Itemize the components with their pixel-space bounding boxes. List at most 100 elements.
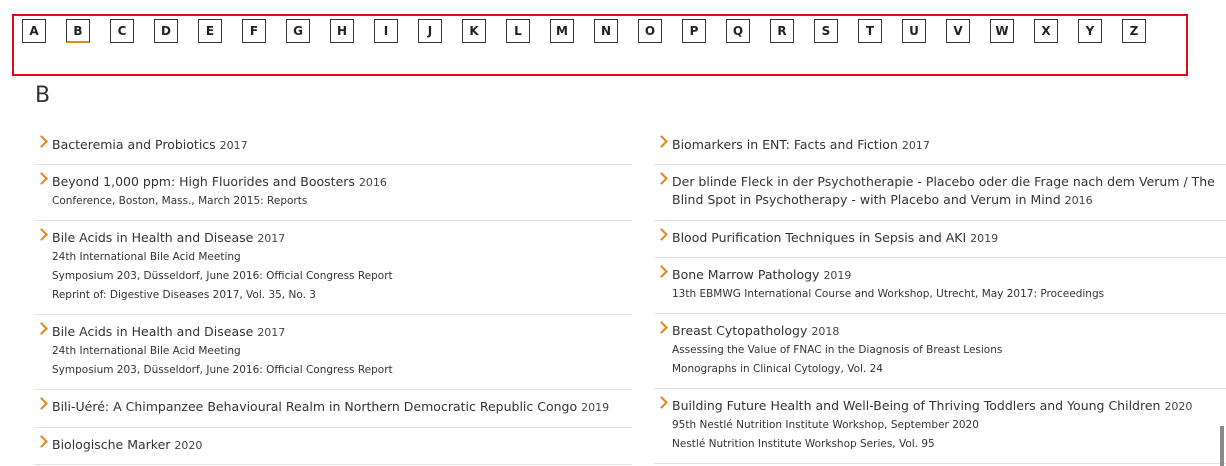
letter-button-v[interactable]: V (946, 19, 970, 43)
list-item[interactable]: Breast Cytopathology 2018 Assessing the V… (654, 314, 1226, 389)
chevron-right-icon (35, 322, 48, 335)
book-subtitle: Symposium 203, Düsseldorf, June 2016: Of… (52, 364, 393, 376)
book-subtitle: Nestlé Nutrition Institute Workshop Seri… (672, 438, 935, 450)
book-subtitle: Monographs in Clinical Cytology, Vol. 24 (672, 363, 883, 375)
list-item[interactable]: Beyond 1,000 ppm: High Fluorides and Boo… (34, 165, 632, 221)
book-year: 2017 (257, 232, 286, 245)
book-title: Bone Marrow Pathology (672, 267, 820, 282)
book-title-link[interactable]: Breast Cytopathology 2018 (672, 322, 1226, 341)
list-item[interactable]: Building Future Health and Well-Being of… (654, 389, 1226, 464)
book-year: 2019 (581, 401, 610, 414)
chevron-right-icon (35, 435, 48, 448)
letter-button-w[interactable]: W (990, 19, 1014, 43)
chevron-right-icon (655, 265, 668, 278)
letter-button-t[interactable]: T (858, 19, 882, 43)
book-title-link[interactable]: Bili-Uéré: A Chimpanzee Behavioural Real… (52, 398, 632, 417)
letter-button-p[interactable]: P (682, 19, 706, 43)
book-year: 2019 (823, 269, 852, 282)
book-title: Breast Cytopathology (672, 323, 808, 338)
book-year: 2017 (219, 139, 248, 152)
book-title-link[interactable]: Bone Marrow Pathology 2019 (672, 266, 1226, 285)
letter-button-b[interactable]: B (66, 19, 90, 43)
book-year: 2017 (257, 326, 286, 339)
letter-button-s[interactable]: S (814, 19, 838, 43)
chevron-right-icon (35, 135, 48, 148)
alphabet-filter: ABCDEFGHIJKLMNOPQRSTUVWXYZ (22, 19, 1166, 46)
chevron-right-icon (655, 228, 668, 241)
left-book-list: Bacteremia and Probiotics 2017 Beyond 1,0… (34, 128, 632, 465)
chevron-right-icon (35, 228, 48, 241)
list-item[interactable]: Der blinde Fleck in der Psychotherapie -… (654, 165, 1226, 221)
list-item[interactable]: Bacteremia and Probiotics 2017 (34, 128, 632, 165)
letter-button-c[interactable]: C (110, 19, 134, 43)
letter-button-x[interactable]: X (1034, 19, 1058, 43)
book-subtitle: Symposium 203, Düsseldorf, June 2016: Of… (52, 270, 393, 282)
section-heading: B (35, 83, 51, 108)
letter-button-l[interactable]: L (506, 19, 530, 43)
letter-button-f[interactable]: F (242, 19, 266, 43)
letter-button-u[interactable]: U (902, 19, 926, 43)
letter-button-n[interactable]: N (594, 19, 618, 43)
book-title-link[interactable]: Bacteremia and Probiotics 2017 (52, 136, 632, 155)
book-year: 2016 (1064, 194, 1093, 207)
book-title-link[interactable]: Beyond 1,000 ppm: High Fluorides and Boo… (52, 173, 632, 192)
list-item[interactable]: Biomarkers in ENT: Facts and Fiction 201… (654, 128, 1226, 165)
book-subtitle: 13th EBMWG International Course and Work… (672, 288, 1105, 300)
letter-button-r[interactable]: R (770, 19, 794, 43)
book-title-link[interactable]: Building Future Health and Well-Being of… (672, 397, 1226, 416)
chevron-right-icon (655, 135, 668, 148)
letter-button-e[interactable]: E (198, 19, 222, 43)
book-year: 2019 (970, 232, 999, 245)
list-item[interactable]: Bone Marrow Pathology 2019 13th EBMWG Int… (654, 258, 1226, 314)
list-item[interactable]: Bile Acids in Health and Disease 2017 24t… (34, 315, 632, 390)
book-title: Building Future Health and Well-Being of… (672, 398, 1161, 413)
list-item[interactable]: Blood Purification Techniques in Sepsis … (654, 221, 1226, 258)
book-title-link[interactable]: Blood Purification Techniques in Sepsis … (672, 229, 1226, 248)
scrollbar-thumb[interactable] (1220, 426, 1224, 466)
book-year: 2017 (901, 139, 930, 152)
book-subtitle: 24th International Bile Acid Meeting (52, 251, 241, 263)
book-title-link[interactable]: Der blinde Fleck in der Psychotherapie -… (672, 173, 1226, 210)
chevron-right-icon (655, 396, 668, 409)
book-year: 2018 (811, 325, 840, 338)
letter-button-q[interactable]: Q (726, 19, 750, 43)
book-year: 2020 (1164, 400, 1193, 413)
chevron-right-icon (655, 321, 668, 334)
list-item[interactable]: Bile Acids in Health and Disease 2017 24t… (34, 221, 632, 315)
book-title-link[interactable]: Bile Acids in Health and Disease 2017 (52, 323, 632, 342)
book-title-link[interactable]: Biologische Marker 2020 (52, 436, 632, 455)
book-subtitle: 24th International Bile Acid Meeting (52, 345, 241, 357)
list-item[interactable]: Bili-Uéré: A Chimpanzee Behavioural Real… (34, 390, 632, 428)
book-subtitle: 95th Nestlé Nutrition Institute Workshop… (672, 419, 979, 431)
book-title: Biologische Marker (52, 437, 171, 452)
book-title: Bacteremia and Probiotics (52, 137, 216, 152)
book-title-link[interactable]: Bile Acids in Health and Disease 2017 (52, 229, 632, 248)
book-year: 2016 (358, 176, 387, 189)
list-item[interactable]: Biologische Marker 2020 (34, 428, 632, 465)
letter-button-g[interactable]: G (286, 19, 310, 43)
book-title-link[interactable]: Biomarkers in ENT: Facts and Fiction 201… (672, 136, 1226, 155)
letter-button-h[interactable]: H (330, 19, 354, 43)
letter-button-z[interactable]: Z (1122, 19, 1146, 43)
right-book-list: Biomarkers in ENT: Facts and Fiction 201… (654, 128, 1226, 464)
letter-button-a[interactable]: A (22, 19, 46, 43)
letter-button-i[interactable]: I (374, 19, 398, 43)
letter-button-d[interactable]: D (154, 19, 178, 43)
book-subtitle: Assessing the Value of FNAC in the Diagn… (672, 344, 1003, 356)
book-title: Bile Acids in Health and Disease (52, 324, 254, 339)
book-subtitle: Conference, Boston, Mass., March 2015: R… (52, 195, 308, 207)
book-title: Beyond 1,000 ppm: High Fluorides and Boo… (52, 174, 355, 189)
letter-button-o[interactable]: O (638, 19, 662, 43)
chevron-right-icon (35, 397, 48, 410)
chevron-right-icon (655, 172, 668, 185)
book-title: Der blinde Fleck in der Psychotherapie -… (672, 174, 1215, 207)
book-subtitle: Reprint of: Digestive Diseases 2017, Vol… (52, 289, 316, 301)
book-title: Bili-Uéré: A Chimpanzee Behavioural Real… (52, 399, 578, 414)
letter-button-y[interactable]: Y (1078, 19, 1102, 43)
chevron-right-icon (35, 172, 48, 185)
book-title: Biomarkers in ENT: Facts and Fiction (672, 137, 898, 152)
book-title: Blood Purification Techniques in Sepsis … (672, 230, 967, 245)
letter-button-j[interactable]: J (418, 19, 442, 43)
letter-button-m[interactable]: M (550, 19, 574, 43)
letter-button-k[interactable]: K (462, 19, 486, 43)
